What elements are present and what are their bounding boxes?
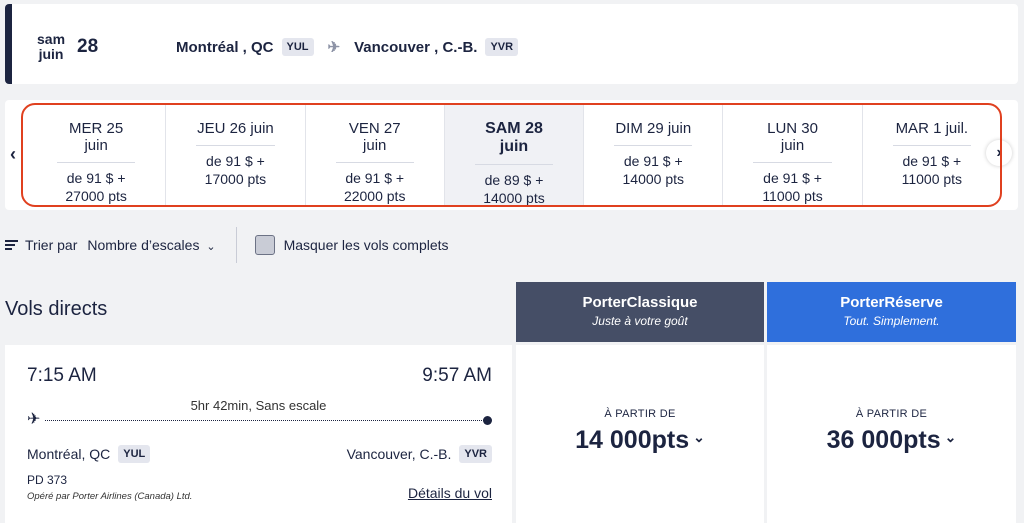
chevron-down-icon: ⌄ <box>693 429 705 445</box>
chevron-down-icon: ⌄ <box>944 429 957 445</box>
price-value: 36 000pts ⌄ <box>767 426 1016 455</box>
day-option[interactable]: DIM 29 juin de 91 $ + 14000 pts <box>584 105 724 205</box>
flight-number: PD 373 <box>27 473 68 487</box>
fare-name: PorterRéserve <box>840 294 943 311</box>
timeline-line <box>45 420 486 421</box>
from-label: À PARTIR DE <box>604 408 676 420</box>
sort-dropdown[interactable]: Nombre d’escales ⌄ <box>87 237 215 253</box>
trip-day: 28 <box>77 36 99 57</box>
day-label: SAM 28 juin <box>474 120 554 165</box>
day-points: 27000 pts <box>65 188 127 204</box>
day-price: de 91 $ + <box>902 153 962 169</box>
destination-code-badge: YVR <box>485 38 519 56</box>
day-price: de 91 $ + <box>763 170 822 186</box>
plane-icon: ✈ <box>327 39 341 56</box>
trip-weekday: sam <box>37 31 66 47</box>
fare-tagline: Tout. Simplement. <box>843 314 940 328</box>
departure-code-badge: YUL <box>118 445 151 463</box>
arrival-dot <box>483 416 492 425</box>
day-points: 17000 pts <box>204 171 267 187</box>
day-price: de 91 $ + <box>623 153 683 169</box>
day-price: de 91 $ + <box>345 170 405 186</box>
arrival-city: Vancouver, C.-B. YVR <box>347 445 492 463</box>
hide-full-checkbox[interactable] <box>254 235 275 255</box>
flight-timeline: ✈ <box>27 411 492 428</box>
sort-icon <box>5 238 18 252</box>
day-price: de 91 $ + <box>206 153 265 169</box>
arrival-city-name: Vancouver, C.-B. <box>346 446 452 462</box>
day-points: 14000 pts <box>622 171 685 187</box>
day-option[interactable]: MAR 1 juil. de 91 $ + 11000 pts <box>863 105 1001 205</box>
flight-card: 7:15 AM 9:57 AM 5hr 42min, Sans escale ✈… <box>5 345 512 523</box>
origin-code-badge: YUL <box>281 38 314 56</box>
fare-name: PorterClassique <box>582 294 698 311</box>
day-list: MER 25 juin de 91 $ + 27000 pts JEU 26 j… <box>27 105 1001 206</box>
day-label: MER 25 juin <box>57 120 136 163</box>
departure-city: Montréal, QC YUL <box>27 445 151 463</box>
day-option[interactable]: VEN 27 juin de 91 $ + 22000 pts <box>306 105 445 205</box>
sort-label: Trier par <box>25 237 78 253</box>
price-cell-reserve[interactable]: À PARTIR DE 36 000pts ⌄ <box>767 345 1016 523</box>
day-points: 11000 pts <box>762 188 823 204</box>
fare-tagline: Juste à votre goût <box>592 314 688 328</box>
chevron-left-icon[interactable]: ‹ <box>10 144 16 165</box>
divider <box>235 227 237 263</box>
day-label: DIM 29 juin <box>614 120 693 146</box>
route: Montréal , QC YUL ✈ Vancouver , C.-B. YV… <box>176 38 519 56</box>
day-option[interactable]: LUN 30 juin de 91 $ + 11000 pts <box>723 105 863 205</box>
flight-details-link[interactable]: Détails du vol <box>408 485 492 501</box>
price-value: 14 000pts ⌄ <box>516 426 764 455</box>
sort-value: Nombre d’escales <box>87 237 200 253</box>
day-label: JEU 26 juin <box>196 120 275 146</box>
day-price: de 89 $ + <box>484 172 544 188</box>
sort-bar: Trier par Nombre d’escales ⌄ Masquer les… <box>5 227 449 263</box>
fare-header-classic: PorterClassique Juste à votre goût <box>516 282 764 342</box>
day-points: 22000 pts <box>343 188 406 204</box>
date-carousel: ‹ MER 25 juin de 91 $ + 27000 pts JEU 26… <box>5 100 1018 210</box>
destination-city: Vancouver , C.-B. <box>354 38 478 56</box>
day-label: MAR 1 juil. <box>892 120 971 146</box>
price-amount: 36 000pts <box>826 426 941 454</box>
trip-date: sam juin 28 <box>37 32 98 62</box>
operator-note: Opéré par Porter Airlines (Canada) Ltd. <box>27 491 193 502</box>
accent-bar <box>5 4 12 84</box>
day-points: 11000 pts <box>901 171 963 187</box>
arrival-code-badge: YVR <box>459 445 492 463</box>
day-label: VEN 27 juin <box>335 120 414 163</box>
chevron-down-icon: ⌄ <box>206 241 216 253</box>
origin-city: Montréal , QC <box>176 38 274 56</box>
price-cell-classic[interactable]: À PARTIR DE 14 000pts ⌄ <box>516 345 764 523</box>
day-option[interactable]: JEU 26 juin de 91 $ + 17000 pts <box>166 105 306 205</box>
day-price: de 91 $ + <box>66 170 126 186</box>
arrival-time: 9:57 AM <box>422 365 492 386</box>
fare-header-reserve: PorterRéserve Tout. Simplement. <box>767 282 1016 342</box>
departure-time: 7:15 AM <box>27 365 97 386</box>
hide-full-label: Masquer les vols complets <box>283 237 449 253</box>
trip-summary-card: sam juin 28 Montréal , QC YUL ✈ Vancouve… <box>5 4 1018 84</box>
price-amount: 14 000pts <box>575 426 690 454</box>
section-title: Vols directs <box>5 298 108 320</box>
day-option-selected[interactable]: SAM 28 juin de 89 $ + 14000 pts <box>444 105 585 206</box>
plane-icon: ✈ <box>27 411 41 428</box>
day-points: 14000 pts <box>483 190 545 206</box>
departure-city-name: Montréal, QC <box>27 446 111 462</box>
trip-month: juin <box>38 46 64 62</box>
from-label: À PARTIR DE <box>855 408 928 420</box>
day-label: LUN 30 juin <box>753 120 832 163</box>
day-option[interactable]: MER 25 juin de 91 $ + 27000 pts <box>27 105 167 205</box>
chevron-right-icon[interactable]: › <box>986 140 1012 166</box>
